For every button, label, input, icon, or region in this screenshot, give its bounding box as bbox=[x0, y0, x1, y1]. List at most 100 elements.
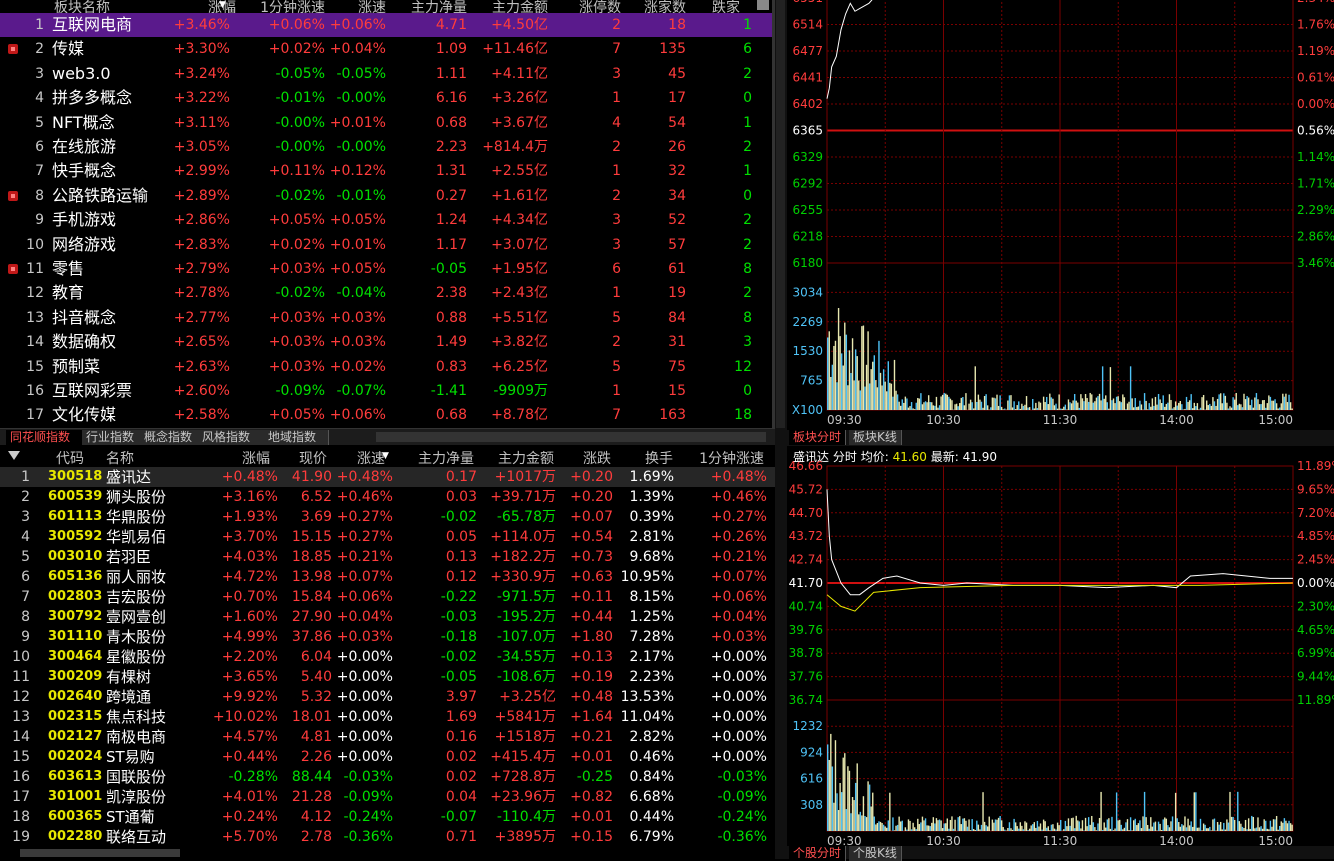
sector-row[interactable]: 3web3.0+3.24%-0.05%-0.05%1.11+4.11亿3452 bbox=[0, 62, 775, 86]
stock-header-9[interactable]: 1分钟涨速 bbox=[664, 448, 764, 462]
sector-row-speed: -0.00% bbox=[320, 135, 386, 159]
volume-bar bbox=[1218, 394, 1219, 410]
sector-row[interactable]: 10网络游戏+2.83%+0.02%+0.01%1.17+3.07亿3572 bbox=[0, 233, 775, 257]
stock-row-index: 9 bbox=[6, 627, 30, 647]
stock-row[interactable]: 5003010若羽臣+4.03%18.85+0.21%0.13+182.2万+0… bbox=[0, 547, 775, 567]
stock-row[interactable]: 15002024ST易购+0.44%2.26+0.00%0.02+415.4万+… bbox=[0, 747, 775, 767]
volume-bar bbox=[1215, 406, 1216, 410]
sector-row[interactable]: 11零售+2.79%+0.03%+0.05%-0.05+1.95亿6618 bbox=[0, 257, 775, 281]
sector-row[interactable]: 2传媒+3.30%+0.02%+0.04%1.09+11.46亿71356 bbox=[0, 37, 775, 61]
sector-header-3[interactable]: 涨速 bbox=[296, 0, 386, 11]
sector-row[interactable]: 7快手概念+2.99%+0.11%+0.12%1.31+2.55亿1321 bbox=[0, 159, 775, 183]
stock-row[interactable]: 14002127南极电商+4.57%4.81+0.00%0.16+1518万+0… bbox=[0, 727, 775, 747]
sector-row[interactable]: 5NFT概念+3.11%-0.00%+0.01%0.68+3.67亿4541 bbox=[0, 111, 775, 135]
funnel-icon[interactable] bbox=[8, 451, 20, 460]
volume-bar bbox=[959, 816, 960, 831]
sector-row[interactable]: 6在线旅游+3.05%-0.00%-0.00%2.23+814.4万2262 bbox=[0, 135, 775, 159]
sector-header-0[interactable]: 板块名称 bbox=[54, 0, 110, 11]
stock-row-name: ST易购 bbox=[106, 747, 155, 767]
volume-bar bbox=[1203, 824, 1204, 831]
volume-bar bbox=[1040, 403, 1041, 410]
index-tab-4[interactable]: 地域指数 bbox=[264, 430, 329, 445]
volume-bar bbox=[1066, 409, 1067, 410]
time-axis-label: 14:00 bbox=[1159, 413, 1194, 427]
sector-chart-tab-0[interactable]: 板块分时 bbox=[789, 430, 846, 445]
stock-header-8[interactable]: 换手 bbox=[573, 448, 673, 462]
sector-row[interactable]: 9手机游戏+2.86%+0.05%+0.05%1.24+4.34亿3522 bbox=[0, 208, 775, 232]
stock-row-change: +0.70% bbox=[200, 587, 278, 607]
sector-row[interactable]: 12教育+2.78%-0.02%-0.04%2.38+2.43亿1192 bbox=[0, 281, 775, 305]
volume-bar bbox=[964, 405, 965, 410]
sector-row[interactable]: 1互联网电商+3.46%+0.06%+0.06%4.71+4.50亿2181 bbox=[0, 13, 775, 37]
sector-row-speed: +0.01% bbox=[320, 111, 386, 135]
stock-row[interactable]: 9301110青木股份+4.99%37.86+0.03%-0.18-107.0万… bbox=[0, 627, 775, 647]
panel-menu-icon[interactable] bbox=[757, 0, 769, 10]
stock-row[interactable]: 16603613国联股份-0.28%88.44-0.03%0.02+728.8万… bbox=[0, 767, 775, 787]
volume-bar bbox=[1041, 830, 1042, 831]
expand-plus-icon[interactable] bbox=[8, 264, 18, 274]
volume-bar bbox=[973, 408, 974, 410]
stock-row[interactable]: 2600539狮头股份+3.16%6.52+0.46%0.03+39.71万+0… bbox=[0, 487, 775, 507]
sector-row[interactable]: 4拼多多概念+3.22%-0.01%-0.00%6.16+3.26亿1170 bbox=[0, 86, 775, 110]
expand-plus-icon[interactable] bbox=[8, 191, 18, 201]
index-tab-1[interactable]: 行业指数 bbox=[82, 430, 141, 445]
sector-row[interactable]: 17文化传媒+2.58%+0.05%+0.06%0.68+8.78亿716318 bbox=[0, 403, 775, 427]
stock-header-1[interactable]: 名称 bbox=[106, 448, 134, 462]
volume-bar bbox=[1149, 403, 1150, 410]
sector-row[interactable]: 15预制菜+2.63%+0.03%+0.02%0.83+6.25亿57512 bbox=[0, 355, 775, 379]
stock-hscrollbar[interactable] bbox=[20, 849, 180, 857]
volume-bar bbox=[1223, 823, 1224, 831]
volume-bar bbox=[1108, 409, 1109, 410]
sector-header-4[interactable]: 主力净量 bbox=[377, 0, 467, 11]
volume-bar bbox=[1260, 404, 1261, 410]
expand-plus-icon[interactable] bbox=[8, 44, 18, 54]
stock-header-0[interactable]: 代码 bbox=[56, 448, 84, 462]
sector-row[interactable]: 8公路铁路运输+2.89%-0.02%-0.01%0.27+1.61亿2340 bbox=[0, 184, 775, 208]
stock-row[interactable]: 6605136丽人丽妆+4.72%13.98+0.07%0.12+330.9万+… bbox=[0, 567, 775, 587]
stock-row-change: +4.01% bbox=[200, 787, 278, 807]
volume-bar bbox=[1018, 401, 1019, 410]
volume-bar bbox=[1110, 829, 1111, 831]
sector-chart-scrollbar[interactable] bbox=[776, 0, 785, 428]
stock-row[interactable]: 7002803吉宏股份+0.70%15.84+0.06%-0.22-971.5万… bbox=[0, 587, 775, 607]
stock-header-4[interactable]: 涨速 bbox=[285, 448, 385, 462]
volume-bar bbox=[1217, 399, 1218, 410]
sector-row-netvol: 0.83 bbox=[400, 355, 467, 379]
volume-bar bbox=[985, 394, 986, 410]
volume-bar bbox=[1099, 818, 1100, 831]
volume-bar bbox=[964, 818, 965, 831]
stock-row[interactable]: 8300792壹网壹创+1.60%27.90+0.04%-0.03-195.2万… bbox=[0, 607, 775, 627]
index-tab-0[interactable]: 同花顺指数 bbox=[6, 430, 83, 445]
index-tab-3[interactable]: 风格指数 bbox=[198, 430, 265, 445]
sector-chart-tab-1[interactable]: 板块K线 bbox=[849, 430, 902, 445]
index-tab-bar: 同花顺指数行业指数概念指数风格指数地域指数 bbox=[0, 428, 775, 446]
volume-bar bbox=[1116, 792, 1117, 831]
stock-row[interactable]: 12002640跨境通+9.92%5.32+0.00%3.97+3.25亿+0.… bbox=[0, 687, 775, 707]
volume-bar bbox=[829, 760, 830, 831]
sector-row-change: +3.11% bbox=[150, 111, 230, 135]
stock-row[interactable]: 13002315焦点科技+10.02%18.01+0.00%1.69+5841万… bbox=[0, 707, 775, 727]
stock-row[interactable]: 19002280联络互动+5.70%2.78-0.36%0.71+3895万+0… bbox=[0, 827, 775, 847]
sector-row[interactable]: 16互联网彩票+2.60%-0.09%-0.07%-1.41-9909万1150 bbox=[0, 379, 775, 403]
stock-row[interactable]: 4300592华凯易佰+3.70%15.15+0.27%0.05+114.0万+… bbox=[0, 527, 775, 547]
stock-row[interactable]: 1300518盛讯达+0.48%41.90+0.48%0.17+1017万+0.… bbox=[0, 467, 775, 487]
sector-header-8[interactable]: 跌家 bbox=[650, 0, 740, 11]
index-tab-2[interactable]: 概念指数 bbox=[140, 430, 199, 445]
volume-bar bbox=[926, 402, 927, 410]
volume-bar bbox=[1097, 396, 1098, 410]
stock-row[interactable]: 17301001凯淳股份+4.01%21.28-0.09%0.04+23.96万… bbox=[0, 787, 775, 807]
stock-row[interactable]: 18600365ST通葡+0.24%4.12-0.24%-0.07-110.4万… bbox=[0, 807, 775, 827]
index-tab-scrollbar[interactable] bbox=[376, 432, 766, 442]
stock-row[interactable]: 10300464星徽股份+2.20%6.04+0.00%-0.02-34.55万… bbox=[0, 647, 775, 667]
sector-row-down: 8 bbox=[700, 306, 752, 330]
volume-bar bbox=[940, 396, 941, 410]
volume-bar bbox=[852, 797, 853, 831]
sector-row[interactable]: 14数据确权+2.65%+0.03%+0.03%1.49+3.82亿2313 bbox=[0, 330, 775, 354]
sector-row[interactable]: 13抖音概念+2.77%+0.03%+0.03%0.88+5.51亿5848 bbox=[0, 306, 775, 330]
volume-bar bbox=[1158, 822, 1159, 831]
volume-bar bbox=[1103, 399, 1104, 410]
stock-row[interactable]: 11300209有棵树+3.65%5.40+0.00%-0.05-108.6万+… bbox=[0, 667, 775, 687]
stock-row-speed: -0.36% bbox=[330, 827, 393, 847]
volume-bar bbox=[908, 408, 909, 410]
stock-row[interactable]: 3601113华鼎股份+1.93%3.69+0.27%-0.02-65.78万+… bbox=[0, 507, 775, 527]
